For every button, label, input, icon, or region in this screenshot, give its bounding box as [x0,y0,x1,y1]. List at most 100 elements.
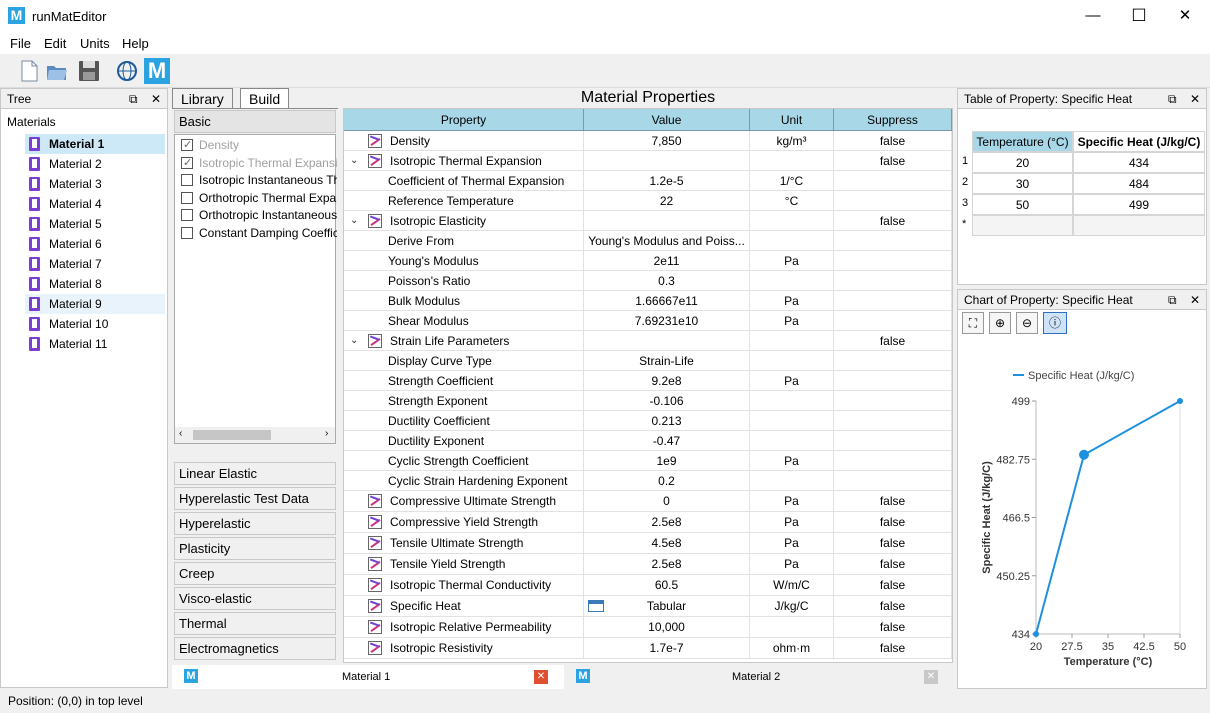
tree-item-material[interactable]: Material 10 [25,314,165,334]
tree-item-material[interactable]: Material 4 [25,194,165,214]
menu-edit[interactable]: Edit [44,36,66,51]
property-checkbox-row[interactable]: Constant Damping Coeffic [181,225,337,242]
property-row[interactable]: Reference Temperature22°C [344,191,952,211]
category-plasticity[interactable]: Plasticity [174,537,336,560]
property-checkbox-row[interactable]: Isotropic Thermal Expansion [181,155,337,172]
property-row[interactable]: ⌄Isotropic Elasticityfalse [344,211,952,231]
property-value-cell[interactable]: 0.2 [584,471,750,491]
property-value-cell[interactable]: Young's Modulus and Poiss... [584,231,750,251]
property-suppress-cell[interactable]: false [834,491,952,511]
table-icon[interactable] [588,600,604,612]
property-value-cell[interactable]: 0.3 [584,271,750,291]
property-value-cell[interactable] [584,211,750,231]
scrollbar-thumb[interactable] [193,430,271,440]
tree-item-material[interactable]: Material 9 [25,294,165,314]
tree-item-material[interactable]: Material 5 [25,214,165,234]
property-suppress-cell[interactable]: false [834,575,952,595]
menu-help[interactable]: Help [122,36,149,51]
property-row[interactable]: Bulk Modulus1.66667e11Pa [344,291,952,311]
temperature-cell[interactable]: 20 [972,152,1073,173]
property-suppress-cell[interactable]: false [834,331,952,351]
category-creep[interactable]: Creep [174,562,336,585]
property-suppress-cell[interactable]: false [834,151,952,171]
column-header-property[interactable]: Property [344,109,584,131]
property-suppress-cell[interactable] [834,251,952,271]
category-visco-elastic[interactable]: Visco-elastic [174,587,336,610]
property-suppress-cell[interactable] [834,391,952,411]
tree-item-material[interactable]: Material 1 [25,134,165,154]
checkbox[interactable] [181,209,193,221]
property-row[interactable]: Ductility Coefficient0.213 [344,411,952,431]
checkbox[interactable] [181,227,193,239]
property-value-cell[interactable]: 0 [584,491,750,511]
save-icon[interactable] [76,58,102,84]
property-row[interactable]: Tensile Yield Strength2.5e8Pafalse [344,554,952,575]
zoom-out-icon[interactable]: ⊖ [1016,312,1038,334]
tree-item-material[interactable]: Material 8 [25,274,165,294]
scroll-left-icon[interactable]: ‹ [179,428,182,439]
open-folder-icon[interactable] [44,58,70,84]
property-value-cell[interactable]: 2e11 [584,251,750,271]
menu-units[interactable]: Units [80,36,110,51]
property-value-cell[interactable]: Tabular [584,596,750,616]
property-value-cell[interactable]: -0.47 [584,431,750,451]
property-value-cell[interactable]: 4.5e8 [584,533,750,553]
property-row[interactable]: Display Curve TypeStrain-Life [344,351,952,371]
property-value-cell[interactable]: 0.213 [584,411,750,431]
property-row[interactable]: Tensile Ultimate Strength4.5e8Pafalse [344,533,952,554]
column-header-temperature[interactable]: Temperature (°C) [972,131,1073,152]
specific-heat-cell[interactable]: 484 [1073,173,1205,194]
property-value-cell[interactable] [584,151,750,171]
maximize-button[interactable]: ☐ [1116,0,1162,32]
tree-item-material[interactable]: Material 11 [25,334,165,354]
property-row[interactable]: Isotropic Thermal Conductivity60.5W/m/Cf… [344,575,952,596]
category-basic[interactable]: Basic [174,110,336,133]
property-row[interactable]: Young's Modulus2e11Pa [344,251,952,271]
property-row[interactable]: Poisson's Ratio0.3 [344,271,952,291]
checkbox[interactable] [181,157,193,169]
property-row[interactable]: Specific HeatTabularJ/kg/Cfalse [344,596,952,617]
tab-build[interactable]: Build [240,88,289,108]
property-row[interactable]: Density7,850kg/m³false [344,131,952,151]
close-panel-icon[interactable]: ✕ [151,89,161,109]
new-file-icon[interactable] [16,58,42,84]
property-value-cell[interactable]: 1.7e-7 [584,638,750,658]
property-row[interactable]: Isotropic Relative Permeability10,000fal… [344,617,952,638]
menu-file[interactable]: File [10,36,31,51]
property-value-cell[interactable]: 60.5 [584,575,750,595]
property-row[interactable]: Coefficient of Thermal Expansion1.2e-51/… [344,171,952,191]
float-panel-icon[interactable]: ⧉ [1168,89,1177,109]
checkbox[interactable] [181,174,193,186]
close-button[interactable]: ✕ [1162,0,1208,32]
tree-item-material[interactable]: Material 2 [25,154,165,174]
property-suppress-cell[interactable] [834,311,952,331]
property-value-cell[interactable] [584,331,750,351]
property-suppress-cell[interactable] [834,291,952,311]
property-suppress-cell[interactable]: false [834,512,952,532]
property-row[interactable]: Derive FromYoung's Modulus and Poiss... [344,231,952,251]
property-row[interactable]: ⌄Isotropic Thermal Expansionfalse [344,151,952,171]
column-header-suppress[interactable]: Suppress [834,109,952,131]
property-suppress-cell[interactable] [834,191,952,211]
tree-item-material[interactable]: Material 3 [25,174,165,194]
doc-tab-material-2[interactable]: M Material 2 ✕ [564,665,954,689]
property-row[interactable]: Cyclic Strength Coefficient1e9Pa [344,451,952,471]
property-suppress-cell[interactable] [834,371,952,391]
tree-root[interactable]: Materials [7,115,56,129]
zoom-in-icon[interactable]: ⊕ [989,312,1011,334]
checkbox[interactable] [181,192,193,204]
property-suppress-cell[interactable] [834,351,952,371]
property-suppress-cell[interactable] [834,231,952,251]
property-value-cell[interactable]: 2.5e8 [584,512,750,532]
property-suppress-cell[interactable] [834,411,952,431]
property-value-cell[interactable]: 9.2e8 [584,371,750,391]
property-suppress-cell[interactable] [834,171,952,191]
property-suppress-cell[interactable] [834,431,952,451]
temperature-cell[interactable]: 50 [972,194,1073,215]
property-suppress-cell[interactable]: false [834,596,952,616]
property-checkbox-row[interactable]: Orthotropic Instantaneous [181,207,337,224]
property-row[interactable]: Compressive Ultimate Strength0Pafalse [344,491,952,512]
property-value-cell[interactable]: 1.66667e11 [584,291,750,311]
minimize-button[interactable]: — [1070,0,1116,32]
property-value-cell[interactable]: 1.2e-5 [584,171,750,191]
